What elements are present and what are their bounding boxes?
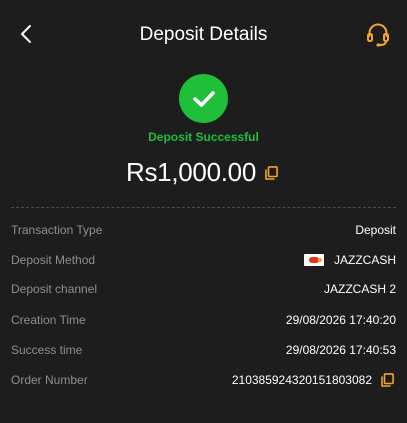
- detail-label: Creation Time: [11, 313, 86, 327]
- detail-label: Transaction Type: [11, 223, 103, 237]
- detail-value-wrapper: JAZZCASH: [303, 253, 396, 267]
- success-icon-circle: [179, 74, 228, 123]
- checkmark-icon: [192, 90, 215, 107]
- detail-value: 210385924320151803082: [231, 373, 372, 387]
- detail-row-success-time: Success time 29/08/2026 17:40:53: [11, 340, 396, 360]
- page-title: Deposit Details: [139, 24, 268, 45]
- detail-row-transaction-type: Transaction Type Deposit: [11, 220, 396, 240]
- detail-value: 29/08/2026 17:40:53: [285, 343, 396, 357]
- detail-label: Deposit Method: [11, 253, 96, 267]
- detail-label: Order Number: [11, 373, 88, 387]
- detail-value: JAZZCASH: [333, 253, 396, 267]
- detail-label: Deposit channel: [11, 282, 98, 296]
- dashed-divider: [11, 207, 396, 208]
- copy-icon: [380, 373, 394, 387]
- detail-row-creation-time: Creation Time 29/08/2026 17:40:20: [11, 310, 396, 330]
- detail-row-deposit-channel: Deposit channel JAZZCASH 2: [11, 279, 396, 299]
- detail-value-wrapper: 210385924320151803082: [232, 371, 396, 389]
- detail-value: 29/08/2026 17:40:20: [285, 313, 396, 327]
- deposit-amount: Rs1,000.00: [126, 156, 256, 187]
- header: Deposit Details: [0, 0, 407, 70]
- amount-row: Rs1,000.00: [0, 155, 407, 189]
- copy-amount-button[interactable]: [263, 164, 281, 182]
- headset-icon: [367, 23, 389, 47]
- status-text: Deposit Successful: [148, 130, 259, 144]
- detail-value: JAZZCASH 2: [323, 282, 396, 296]
- copy-order-number-button[interactable]: [378, 371, 396, 389]
- detail-row-order-number: Order Number 210385924320151803082: [11, 370, 396, 390]
- copy-icon: [265, 165, 279, 180]
- detail-row-deposit-method: Deposit Method JAZZCASH: [11, 250, 396, 270]
- detail-value: Deposit: [355, 223, 396, 237]
- support-button[interactable]: [363, 20, 393, 50]
- jazzcash-logo-icon: [303, 254, 324, 266]
- detail-label: Success time: [11, 343, 83, 357]
